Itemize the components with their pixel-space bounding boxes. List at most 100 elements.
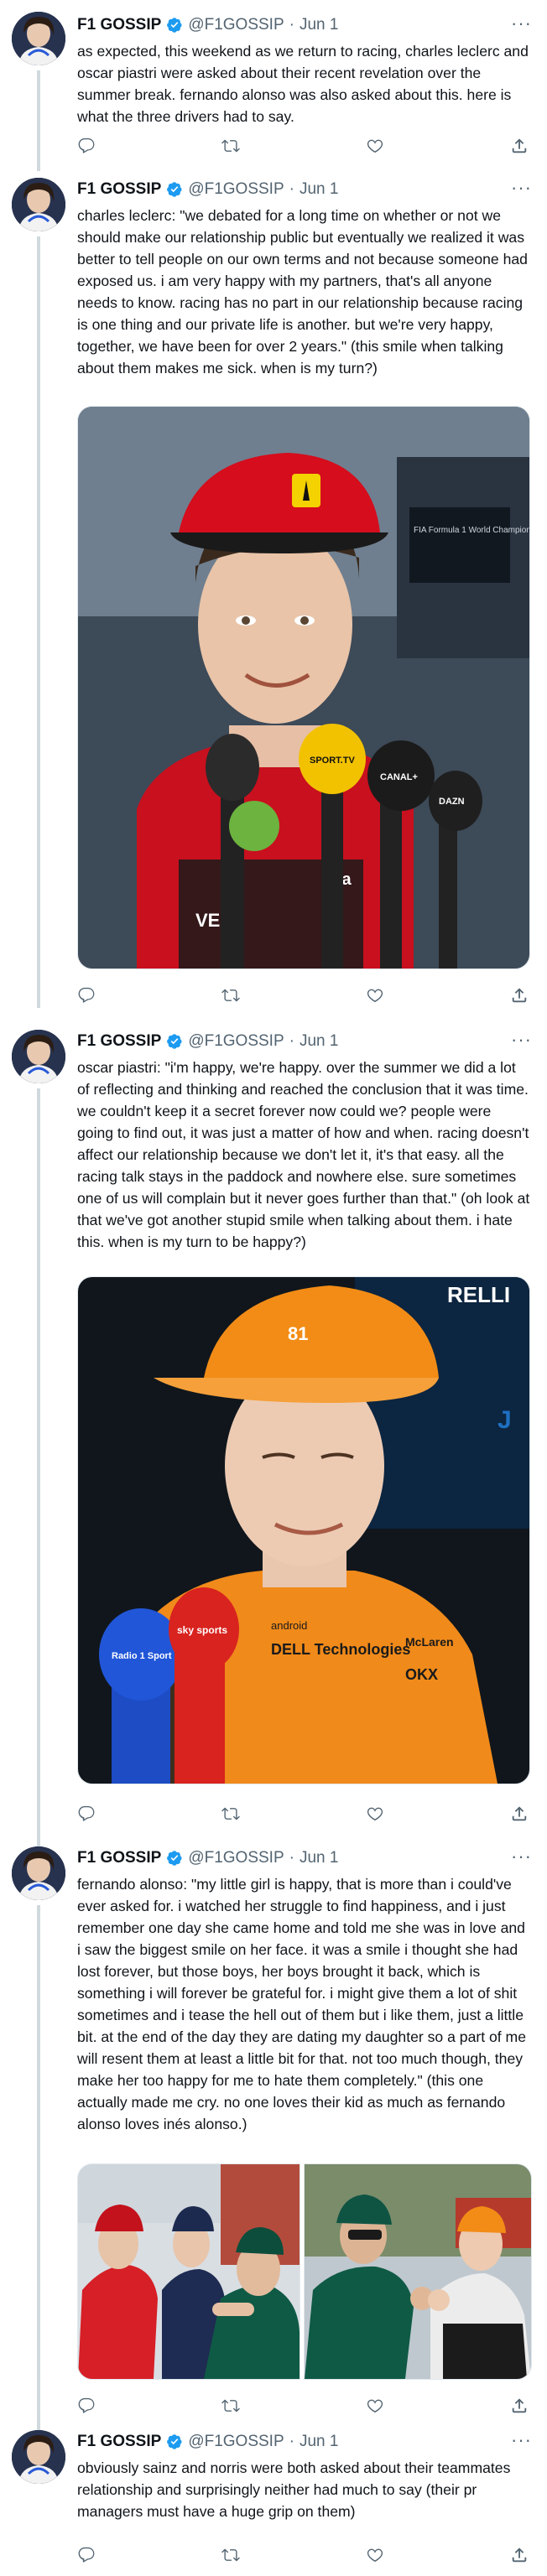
tweet-5[interactable]: F1 GOSSIP @F1GOSSIP · Jun 1 ··· obviousl… [0,2428,547,2576]
share-icon[interactable] [510,137,530,157]
handle[interactable]: @F1GOSSIP [188,1030,284,1053]
photo-fistbump [305,2164,531,2379]
handle[interactable]: @F1GOSSIP [188,13,284,37]
avatar[interactable] [12,2430,65,2484]
mic-label-2: sky sports [177,1624,227,1636]
tweet-3[interactable]: F1 GOSSIP @F1GOSSIP · Jun 1 ··· oscar pi… [0,1028,547,1862]
reply-icon[interactable] [77,986,97,1006]
handle[interactable]: @F1GOSSIP [188,1846,284,1870]
reply-icon[interactable] [77,2397,97,2417]
tweet-text: oscar piastri: "i'm happy, we're happy. … [77,1059,534,1250]
separator-dot: · [289,180,294,198]
tweet-header: F1 GOSSIP @F1GOSSIP · Jun 1 [77,1846,338,1870]
tweet-text: fernando alonso: "my little girl is happ… [77,1876,530,2132]
tweet-photo[interactable]: FIA Formula 1 World Championship VE Ca S… [77,406,530,969]
retweet-icon[interactable] [221,1805,242,1825]
timestamp[interactable]: Jun 1 [300,13,338,37]
mic-label-1: SPORT.TV [310,756,355,766]
shirt-sponsor-1: android [271,1619,307,1632]
separator-dot: · [289,16,294,34]
tweet-header: F1 GOSSIP @F1GOSSIP · Jun 1 [77,1030,338,1053]
reply-icon[interactable] [77,2546,97,2566]
cap-number: 81 [288,1323,308,1344]
like-icon[interactable] [366,1805,386,1825]
tweet-actions [77,2397,530,2417]
shirt-sponsor-text: VE [195,910,220,931]
shirt-sponsor-4: OKX [405,1666,438,1683]
reply-icon[interactable] [77,137,97,157]
share-icon[interactable] [510,986,530,1006]
verified-badge-icon [166,1033,183,1050]
tweet-actions [77,2546,530,2566]
like-icon[interactable] [366,2546,386,2566]
handle[interactable]: @F1GOSSIP [188,2430,284,2454]
tweet-4[interactable]: F1 GOSSIP @F1GOSSIP · Jun 1 ··· fernando… [0,1846,547,2484]
tweet-1[interactable]: F1 GOSSIP @F1GOSSIP · Jun 1 ··· as expec… [0,0,547,171]
thread-line [37,236,40,1008]
tweet-photo-left[interactable] [77,2163,300,2380]
like-icon[interactable] [366,986,386,1006]
verified-badge-icon [166,181,183,198]
thread-line [37,1905,40,2484]
more-options-icon[interactable]: ··· [511,179,532,197]
timestamp[interactable]: Jun 1 [300,1030,338,1053]
like-icon[interactable] [366,2397,386,2417]
more-options-icon[interactable]: ··· [511,14,532,33]
thread-line [37,70,40,171]
retweet-icon[interactable] [221,986,242,1006]
tweet-photo[interactable]: RELLI J android DELL Technologies McLare… [77,1276,530,1784]
shirt-sponsor-2: DELL Technologies [271,1641,410,1658]
avatar[interactable] [12,1030,65,1083]
verified-badge-icon [166,17,183,34]
retweet-icon[interactable] [221,2546,242,2566]
tweet-text: charles leclerc: "we debated for a long … [77,207,532,377]
mic-label-2: CANAL+ [380,772,418,782]
display-name[interactable]: F1 GOSSIP [77,2430,161,2454]
share-icon[interactable] [510,1805,530,1825]
tweet-text: obviously sainz and norris were both ask… [77,2459,515,2520]
share-icon[interactable] [510,2546,530,2566]
timestamp[interactable]: Jun 1 [300,1846,338,1870]
tweet-text: as expected, this weekend as we return t… [77,43,533,125]
more-options-icon[interactable]: ··· [511,1031,532,1049]
photo-oscar-interview: RELLI J android DELL Technologies McLare… [78,1277,529,1784]
handle[interactable]: @F1GOSSIP [188,178,284,201]
timestamp[interactable]: Jun 1 [300,178,338,201]
tweet-actions [77,986,530,1006]
photo-handshake [78,2164,300,2379]
tweet-actions [77,1805,530,1825]
display-name[interactable]: F1 GOSSIP [77,1030,161,1053]
avatar[interactable] [12,12,65,65]
thread-line [37,1088,40,1860]
like-icon[interactable] [366,137,386,157]
reply-icon[interactable] [77,1805,97,1825]
tweet-actions [77,137,530,157]
display-name[interactable]: F1 GOSSIP [77,13,161,37]
display-name[interactable]: F1 GOSSIP [77,178,161,201]
separator-dot: · [289,1849,294,1867]
tweet-2[interactable]: F1 GOSSIP @F1GOSSIP · Jun 1 ··· charles … [0,166,547,1008]
avatar[interactable] [12,178,65,231]
retweet-icon[interactable] [221,137,242,157]
more-options-icon[interactable]: ··· [511,2431,532,2449]
verified-badge-icon [166,1850,183,1867]
more-options-icon[interactable]: ··· [511,1847,532,1866]
backdrop-text: RELLI [447,1282,510,1307]
mic-label-3: DAZN [439,797,465,807]
separator-dot: · [289,2433,294,2450]
tweet-header: F1 GOSSIP @F1GOSSIP · Jun 1 [77,13,338,37]
tweet-photo-right[interactable] [304,2163,532,2380]
share-icon[interactable] [510,2397,530,2417]
backdrop-text-2: J [498,1406,512,1434]
verified-badge-icon [166,2433,183,2450]
shirt-sponsor-3: McLaren [405,1635,454,1649]
mic-label-1: Radio 1 Sport [112,1651,172,1661]
separator-dot: · [289,1032,294,1050]
timestamp[interactable]: Jun 1 [300,2430,338,2454]
photo-charles-interview: FIA Formula 1 World Championship VE Ca S… [78,407,529,969]
display-name[interactable]: F1 GOSSIP [77,1846,161,1870]
sign-text: FIA Formula 1 World Championship [414,526,529,535]
tweet-header: F1 GOSSIP @F1GOSSIP · Jun 1 [77,2430,338,2454]
avatar[interactable] [12,1846,65,1900]
retweet-icon[interactable] [221,2397,242,2417]
